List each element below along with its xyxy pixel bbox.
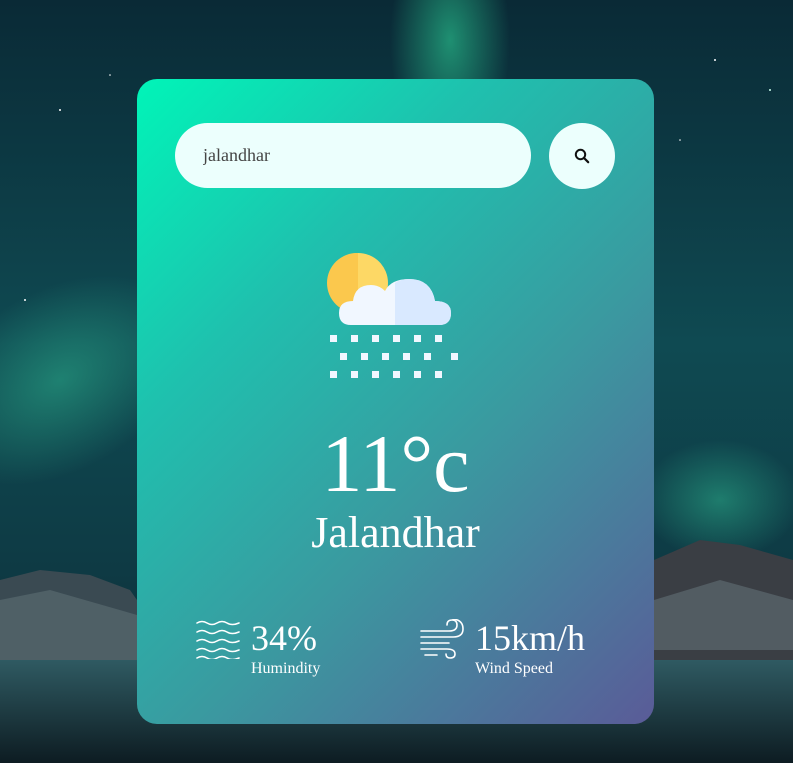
temperature-value: 11°c (321, 418, 470, 509)
wind-icon (420, 619, 464, 659)
search-input[interactable] (175, 123, 531, 188)
search-icon (574, 148, 590, 164)
search-button[interactable] (549, 123, 615, 189)
humidity-value: 34% (251, 618, 317, 658)
wind-label: Wind Speed (475, 660, 554, 677)
wind-value: 15km/h (475, 618, 586, 658)
snow-cloud-sun-icon (327, 252, 458, 378)
city-name: Jalandhar (311, 508, 480, 557)
humidity-label: Humindity (251, 660, 321, 677)
weather-card: 11°c Jalandhar 34% Humindity (137, 79, 654, 724)
humidity-waves-icon (196, 620, 240, 659)
humidity-stat: 34% Humindity (195, 619, 320, 679)
wind-stat: 15km/h Wind Speed (419, 619, 585, 679)
